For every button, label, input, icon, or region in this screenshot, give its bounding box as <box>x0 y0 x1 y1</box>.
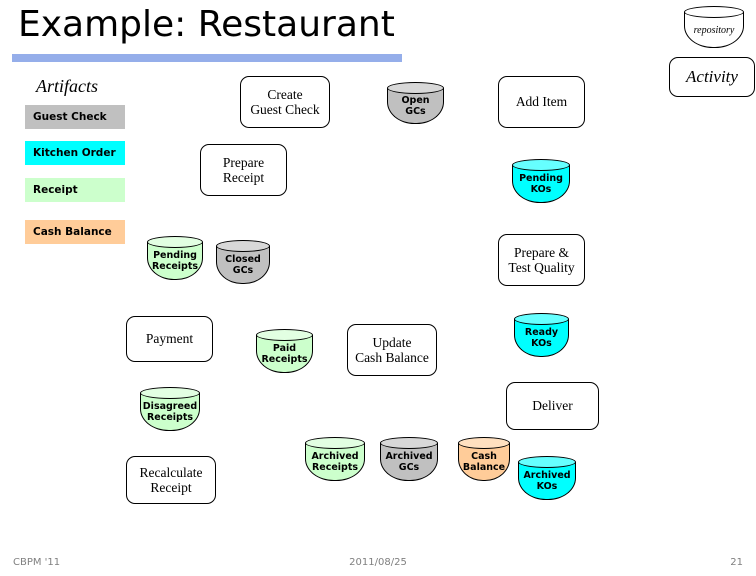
repository-archived-gcs[interactable]: Archived GCs <box>380 437 438 481</box>
repository-disagreed-receipts[interactable]: Disagreed Receipts <box>140 387 200 431</box>
activity-deliver[interactable]: Deliver <box>506 382 599 430</box>
repository-label: Closed GCs <box>225 253 261 276</box>
slide-canvas: Example: Restaurant Artifacts Guest Chec… <box>0 0 756 576</box>
repository-label: Archived GCs <box>385 450 433 473</box>
repository-ready-kos[interactable]: Ready KOs <box>514 313 569 357</box>
legend-activity-shape: Activity <box>669 57 755 97</box>
activity-payment[interactable]: Payment <box>126 316 213 362</box>
repository-label: Pending Receipts <box>151 249 199 272</box>
repository-open-gcs[interactable]: Open GCs <box>387 82 444 124</box>
activity-recalculate-receipt[interactable]: Recalculate Receipt <box>126 456 216 504</box>
activity-label: Add Item <box>515 94 568 110</box>
activity-label: Payment <box>145 331 194 347</box>
repository-label: Paid Receipts <box>261 342 308 365</box>
repository-label: Archived KOs <box>523 469 571 492</box>
artifact-swatch-label: Kitchen Order <box>33 147 116 159</box>
repository-archived-receipts[interactable]: Archived Receipts <box>305 437 365 481</box>
repository-label: Archived Receipts <box>311 450 359 473</box>
activity-prepare-test-quality[interactable]: Prepare & Test Quality <box>498 234 585 286</box>
artifacts-heading: Artifacts <box>36 76 98 96</box>
repository-archived-kos[interactable]: Archived KOs <box>518 456 576 500</box>
repository-pending-receipts[interactable]: Pending Receipts <box>147 236 203 280</box>
artifact-swatch-guest-check: Guest Check <box>25 105 125 129</box>
activity-label: Prepare Receipt <box>222 154 265 185</box>
activity-label: Deliver <box>532 398 573 414</box>
repository-label: Open GCs <box>401 94 430 117</box>
repository-label: Disagreed Receipts <box>142 400 198 423</box>
artifact-swatch-label: Receipt <box>33 184 78 196</box>
activity-add-item[interactable]: Add Item <box>498 76 585 128</box>
repository-closed-gcs[interactable]: Closed GCs <box>216 240 270 284</box>
legend-repository-label: repository <box>693 24 735 36</box>
legend-repository-shape: repository <box>684 6 744 48</box>
activity-prepare-receipt[interactable]: Prepare Receipt <box>200 144 287 196</box>
artifact-swatch-receipt: Receipt <box>25 178 125 202</box>
footer-page-number: 21 <box>730 557 743 568</box>
activity-label: Recalculate Receipt <box>139 464 203 495</box>
repository-label: Ready KOs <box>524 326 559 349</box>
title-underline-rule <box>12 54 402 62</box>
activity-create-guest-check[interactable]: Create Guest Check <box>240 76 330 128</box>
activity-label: Prepare & Test Quality <box>508 244 575 275</box>
footer-date: 2011/08/25 <box>349 557 407 568</box>
artifact-swatch-cash-balance: Cash Balance <box>25 220 125 244</box>
artifact-swatch-kitchen-order: Kitchen Order <box>25 141 125 165</box>
repository-label: Cash Balance <box>462 450 506 473</box>
activity-update-cash-balance[interactable]: Update Cash Balance <box>347 324 437 376</box>
repository-pending-kos[interactable]: Pending KOs <box>512 159 570 203</box>
repository-paid-receipts[interactable]: Paid Receipts <box>256 329 313 373</box>
legend-activity-label: Activity <box>686 67 738 87</box>
artifact-swatch-label: Cash Balance <box>33 226 112 238</box>
repository-cash-balance[interactable]: Cash Balance <box>458 437 510 481</box>
repository-label: Pending KOs <box>519 172 563 195</box>
artifact-swatch-label: Guest Check <box>33 111 107 123</box>
page-title: Example: Restaurant <box>18 4 395 45</box>
activity-label: Create Guest Check <box>250 86 320 117</box>
activity-label: Update Cash Balance <box>355 334 429 365</box>
